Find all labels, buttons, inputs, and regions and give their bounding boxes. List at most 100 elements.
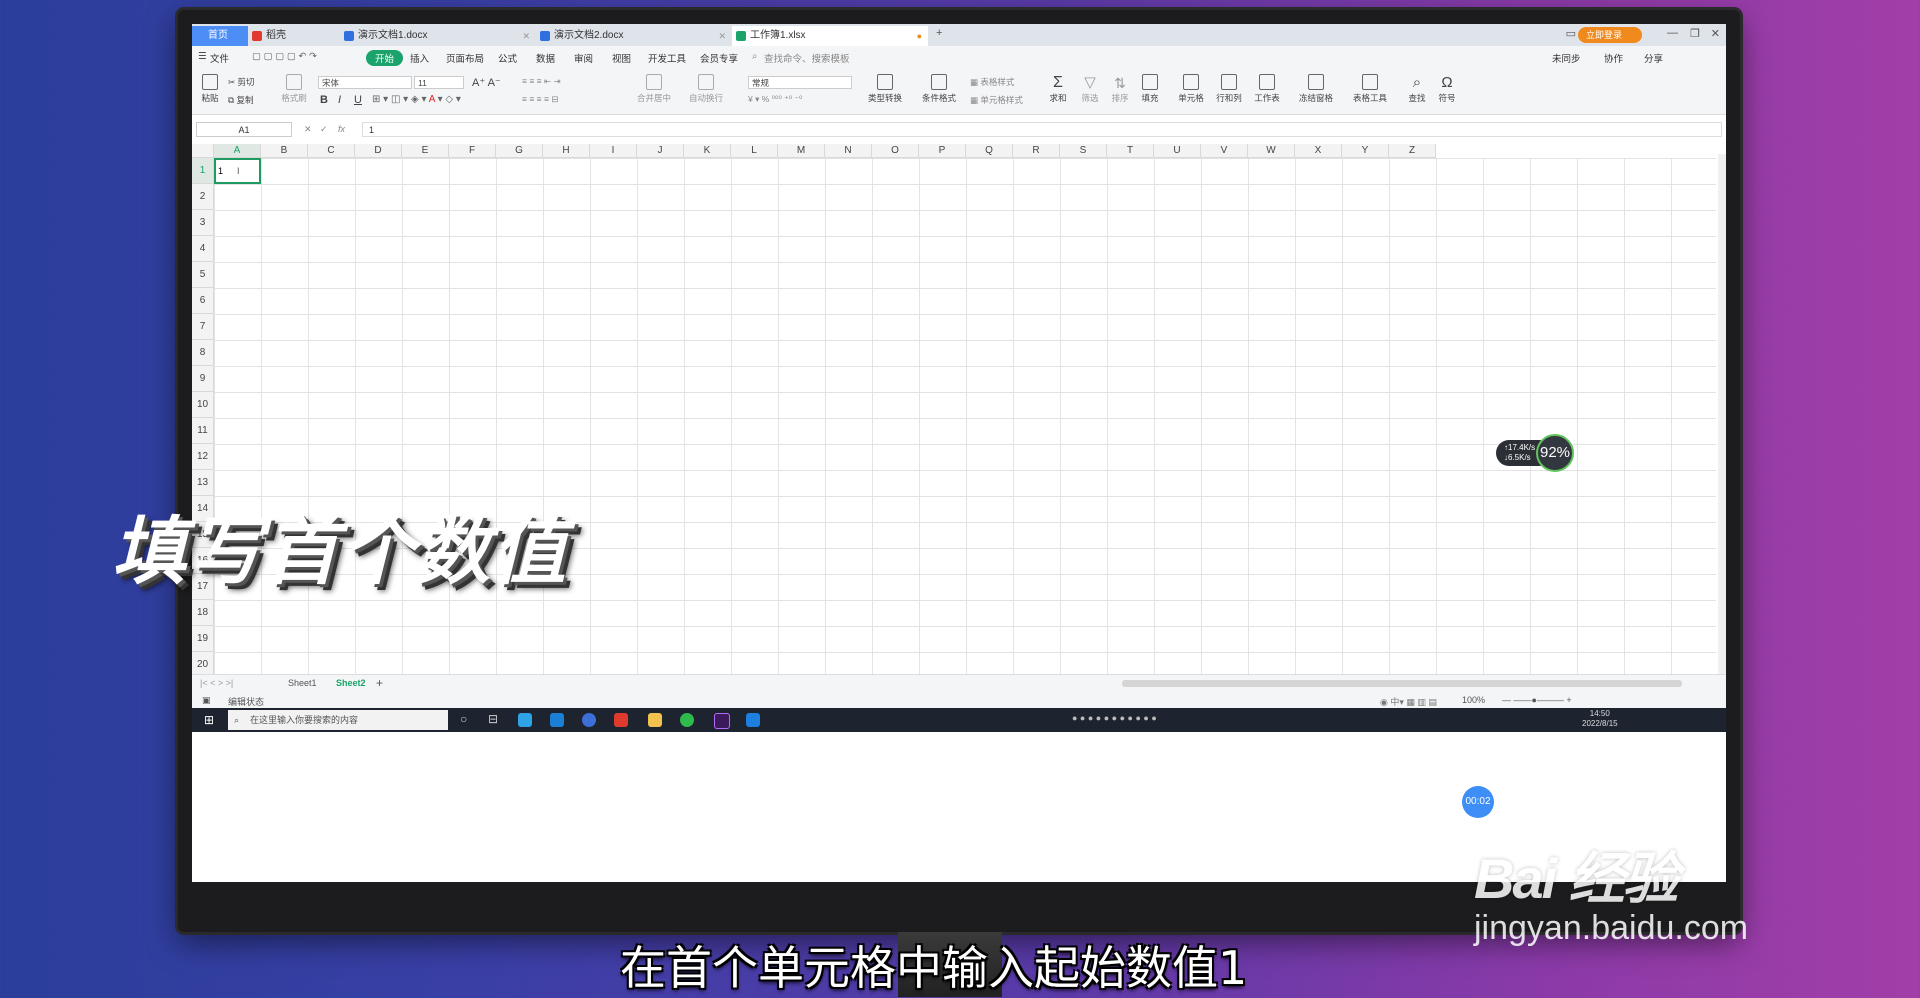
font-size-select[interactable]: 11 bbox=[414, 76, 464, 89]
menu-view[interactable]: 视图 bbox=[612, 51, 631, 65]
menu-sync[interactable]: 未同步 bbox=[1552, 51, 1581, 65]
task-view-icon[interactable]: ⊟ bbox=[488, 712, 498, 726]
italic-icon[interactable]: I bbox=[338, 94, 341, 106]
row-header[interactable]: 6 bbox=[192, 288, 214, 314]
freeze-button[interactable]: 冻结窗格 bbox=[1294, 74, 1338, 104]
column-header[interactable]: P bbox=[919, 144, 966, 158]
clock[interactable]: 14:50 2022/8/15 bbox=[1582, 709, 1618, 729]
column-header[interactable]: D bbox=[355, 144, 402, 158]
column-header[interactable]: Y bbox=[1342, 144, 1389, 158]
tab-docer[interactable]: 稻壳 bbox=[248, 26, 340, 46]
menu-member[interactable]: 会员专享 bbox=[700, 51, 738, 65]
tab-workbook[interactable]: 工作簿1.xlsx ● bbox=[732, 26, 928, 46]
table-style-button[interactable]: ▦ 表格样式 bbox=[970, 76, 1014, 88]
tab-doc1[interactable]: 演示文档1.docx ✕ bbox=[340, 26, 536, 46]
row-header[interactable]: 19 bbox=[192, 626, 214, 652]
cortana-icon[interactable]: ○ bbox=[460, 712, 467, 726]
number-format-select[interactable]: 常规 bbox=[748, 76, 852, 89]
minimize-icon[interactable]: — bbox=[1667, 27, 1678, 39]
menu-start[interactable]: 开始 bbox=[366, 50, 404, 66]
fill-button[interactable]: 填充 bbox=[1136, 74, 1164, 104]
quick-access-icons[interactable]: ▢ ▢ ▢ ▢ ↶ ↷ bbox=[252, 51, 317, 62]
sheet-tab-1[interactable]: Sheet1 bbox=[288, 678, 317, 688]
column-header[interactable]: N bbox=[825, 144, 872, 158]
row-header[interactable]: 12 bbox=[192, 444, 214, 470]
row-header[interactable]: 5 bbox=[192, 262, 214, 288]
table-tools-button[interactable]: 表格工具 bbox=[1348, 74, 1392, 104]
sheet-nav-icons[interactable]: |< < > >| bbox=[200, 678, 233, 688]
confirm-icon[interactable]: ✓ bbox=[320, 124, 328, 135]
horizontal-scrollbar[interactable] bbox=[1122, 680, 1682, 687]
column-header[interactable]: U bbox=[1154, 144, 1201, 158]
menu-formula[interactable]: 公式 bbox=[498, 51, 517, 65]
column-header[interactable]: C bbox=[308, 144, 355, 158]
menu-review[interactable]: 审阅 bbox=[574, 51, 593, 65]
row-header[interactable]: 9 bbox=[192, 366, 214, 392]
folder-icon[interactable] bbox=[648, 713, 662, 727]
tab-home[interactable]: 首页 bbox=[192, 26, 248, 46]
conditional-format-button[interactable]: 条件格式 bbox=[916, 74, 962, 104]
row-header[interactable]: 4 bbox=[192, 236, 214, 262]
wrap-button[interactable]: 自动换行 bbox=[684, 74, 728, 104]
login-button[interactable]: 立即登录 bbox=[1577, 27, 1642, 43]
column-header[interactable]: B bbox=[261, 144, 308, 158]
column-header[interactable]: G bbox=[496, 144, 543, 158]
layout-icon[interactable]: ▭ bbox=[1566, 27, 1576, 40]
menu-share[interactable]: 分享 bbox=[1644, 51, 1663, 65]
column-header[interactable]: K bbox=[684, 144, 731, 158]
font-select[interactable]: 宋体 bbox=[318, 76, 412, 89]
command-search[interactable]: 查找命令、搜索模板 bbox=[764, 51, 850, 65]
browser-icon[interactable] bbox=[518, 713, 532, 727]
row-header[interactable]: 1 bbox=[192, 158, 214, 184]
column-header[interactable]: J bbox=[637, 144, 684, 158]
copy-button[interactable]: ⧉ 复制 bbox=[228, 94, 253, 106]
column-header[interactable]: Z bbox=[1389, 144, 1436, 158]
rowcol-button[interactable]: 行和列 bbox=[1212, 74, 1246, 104]
column-header[interactable]: R bbox=[1013, 144, 1060, 158]
symbol-button[interactable]: Ω 符号 bbox=[1434, 74, 1460, 104]
zoom-slider[interactable]: — ——●——— + bbox=[1502, 695, 1572, 705]
find-button[interactable]: ⌕ 查找 bbox=[1404, 74, 1430, 104]
column-header[interactable]: S bbox=[1060, 144, 1107, 158]
restore-icon[interactable]: ❐ bbox=[1690, 27, 1700, 40]
row-header[interactable]: 2 bbox=[192, 184, 214, 210]
align-icons[interactable]: ≡ ≡ ≡ ≡ ⊟ bbox=[522, 94, 558, 105]
sheet-button[interactable]: 工作表 bbox=[1250, 74, 1284, 104]
menu-data[interactable]: 数据 bbox=[536, 51, 555, 65]
column-header[interactable]: V bbox=[1201, 144, 1248, 158]
underline-icon[interactable]: U bbox=[354, 94, 362, 106]
column-header[interactable]: F bbox=[449, 144, 496, 158]
column-header[interactable]: E bbox=[402, 144, 449, 158]
paste-button[interactable]: 粘贴 bbox=[198, 74, 222, 104]
column-header[interactable]: A bbox=[214, 144, 261, 158]
add-sheet-icon[interactable]: + bbox=[376, 676, 383, 690]
column-header[interactable]: M bbox=[778, 144, 825, 158]
selected-cell-a1[interactable]: 1I bbox=[214, 158, 261, 184]
sheet-tab-2[interactable]: Sheet2 bbox=[336, 678, 366, 688]
tab-doc2[interactable]: 演示文档2.docx ✕ bbox=[536, 26, 732, 46]
row-header[interactable]: 18 bbox=[192, 600, 214, 626]
menu-insert[interactable]: 插入 bbox=[410, 51, 429, 65]
sum-button[interactable]: Σ 求和 bbox=[1044, 74, 1072, 104]
column-header[interactable]: X bbox=[1295, 144, 1342, 158]
row-header[interactable]: 3 bbox=[192, 210, 214, 236]
cell-style-button[interactable]: ▦ 单元格样式 bbox=[970, 94, 1023, 106]
hamburger-icon[interactable]: ☰ bbox=[198, 51, 207, 62]
zoom-level[interactable]: 100% bbox=[1462, 695, 1485, 705]
select-all-corner[interactable] bbox=[192, 144, 214, 158]
recording-timer[interactable]: 00:02 bbox=[1462, 786, 1494, 818]
column-header[interactable]: O bbox=[872, 144, 919, 158]
premiere-icon[interactable] bbox=[714, 713, 730, 729]
grow-font-icon[interactable]: A⁺ A⁻ bbox=[472, 76, 501, 89]
windows-start-icon[interactable]: ⊞ bbox=[204, 713, 214, 727]
column-header[interactable]: H bbox=[543, 144, 590, 158]
fx-icon[interactable]: fx bbox=[338, 124, 345, 134]
vertical-scrollbar[interactable] bbox=[1718, 154, 1726, 674]
convert-button[interactable]: 类型转换 bbox=[862, 74, 908, 104]
search-icon[interactable]: ⌕ bbox=[752, 51, 757, 62]
cell-button[interactable]: 单元格 bbox=[1174, 74, 1208, 104]
row-header[interactable]: 8 bbox=[192, 340, 214, 366]
number-format-icons[interactable]: ¥ ▾ % ⁰⁰⁰ ⁺⁰ ⁻⁰ bbox=[748, 94, 802, 105]
menu-dev[interactable]: 开发工具 bbox=[648, 51, 686, 65]
align-top-icons[interactable]: ≡ ≡ ≡ ⇤ ⇥ bbox=[522, 76, 561, 87]
